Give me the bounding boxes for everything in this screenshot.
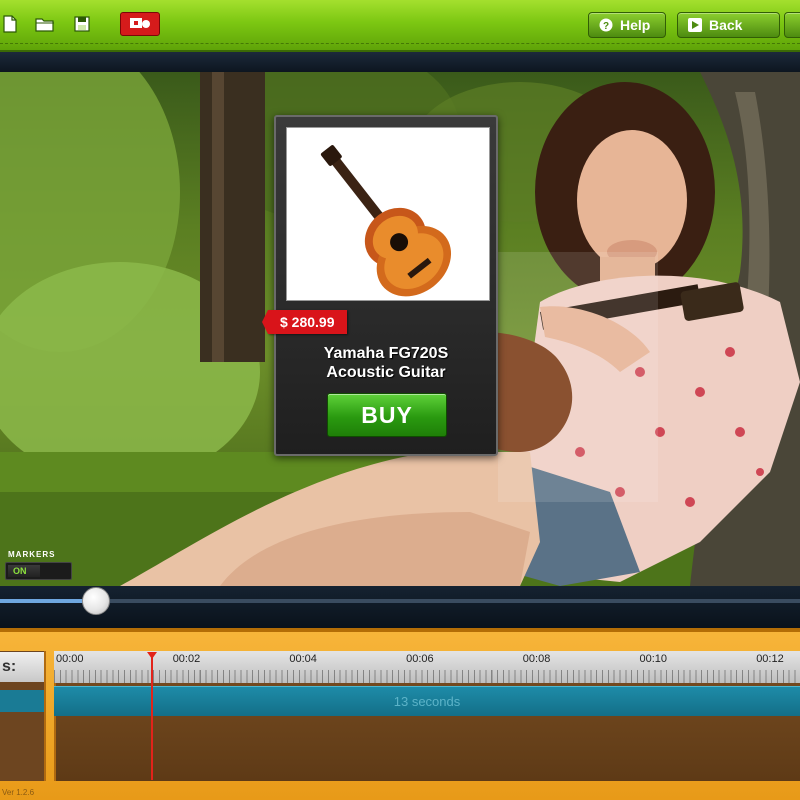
help-label: Help: [620, 17, 651, 33]
timeline-tick-label: 00:04: [289, 653, 317, 665]
timeline-tick-label: 00:02: [172, 653, 201, 665]
help-icon: ?: [599, 18, 613, 32]
product-name-line1: Yamaha FG720S: [323, 345, 449, 362]
header-divider: [0, 52, 800, 72]
seek-bar: [0, 586, 800, 628]
playhead-marker-icon[interactable]: [147, 652, 157, 659]
guitar-image: [320, 145, 452, 297]
save-icon[interactable]: [72, 13, 92, 35]
open-folder-icon[interactable]: [35, 13, 55, 35]
new-file-icon[interactable]: [0, 13, 20, 35]
svg-text:?: ?: [603, 21, 609, 32]
help-button[interactable]: ? Help: [588, 12, 666, 38]
price-tag: $ 280.99: [262, 310, 347, 334]
timeline-playhead[interactable]: [151, 652, 153, 780]
markers-toggle-state: ON: [8, 565, 40, 577]
timeline-tick-label: 00:12: [756, 653, 784, 665]
timeline-track-label: s:: [0, 652, 44, 682]
product-name: Yamaha FG720S Acoustic Guitar: [274, 344, 498, 382]
buy-button[interactable]: BUY: [327, 393, 447, 437]
product-name-line2: Acoustic Guitar: [326, 364, 446, 381]
back-button[interactable]: Back: [677, 12, 780, 38]
timeline-track-header-bar: [0, 690, 44, 712]
timeline-ruler-ticks: [54, 670, 800, 683]
next-button[interactable]: [784, 12, 800, 38]
timeline-tick-label: 00:06: [406, 653, 434, 665]
back-label: Back: [709, 17, 743, 33]
play-icon: [688, 18, 702, 32]
version-label: Ver 1.2.6: [2, 788, 35, 797]
timeline-divider: [0, 628, 800, 632]
seek-track[interactable]: [0, 599, 800, 603]
markers-label: MARKERS: [8, 550, 56, 559]
timeline-tick-label: 00:00: [56, 653, 84, 665]
markers-toggle[interactable]: ON: [5, 562, 72, 580]
presentation-icon[interactable]: [120, 12, 160, 36]
timeline-clip[interactable]: 13 seconds: [54, 686, 800, 716]
product-image: [286, 127, 490, 301]
timeline-tick-label: 00:08: [522, 653, 551, 665]
top-toolbar: ? Help Back: [0, 0, 800, 52]
timeline-tick-label: 00:10: [639, 653, 668, 665]
seek-handle[interactable]: [82, 587, 110, 615]
